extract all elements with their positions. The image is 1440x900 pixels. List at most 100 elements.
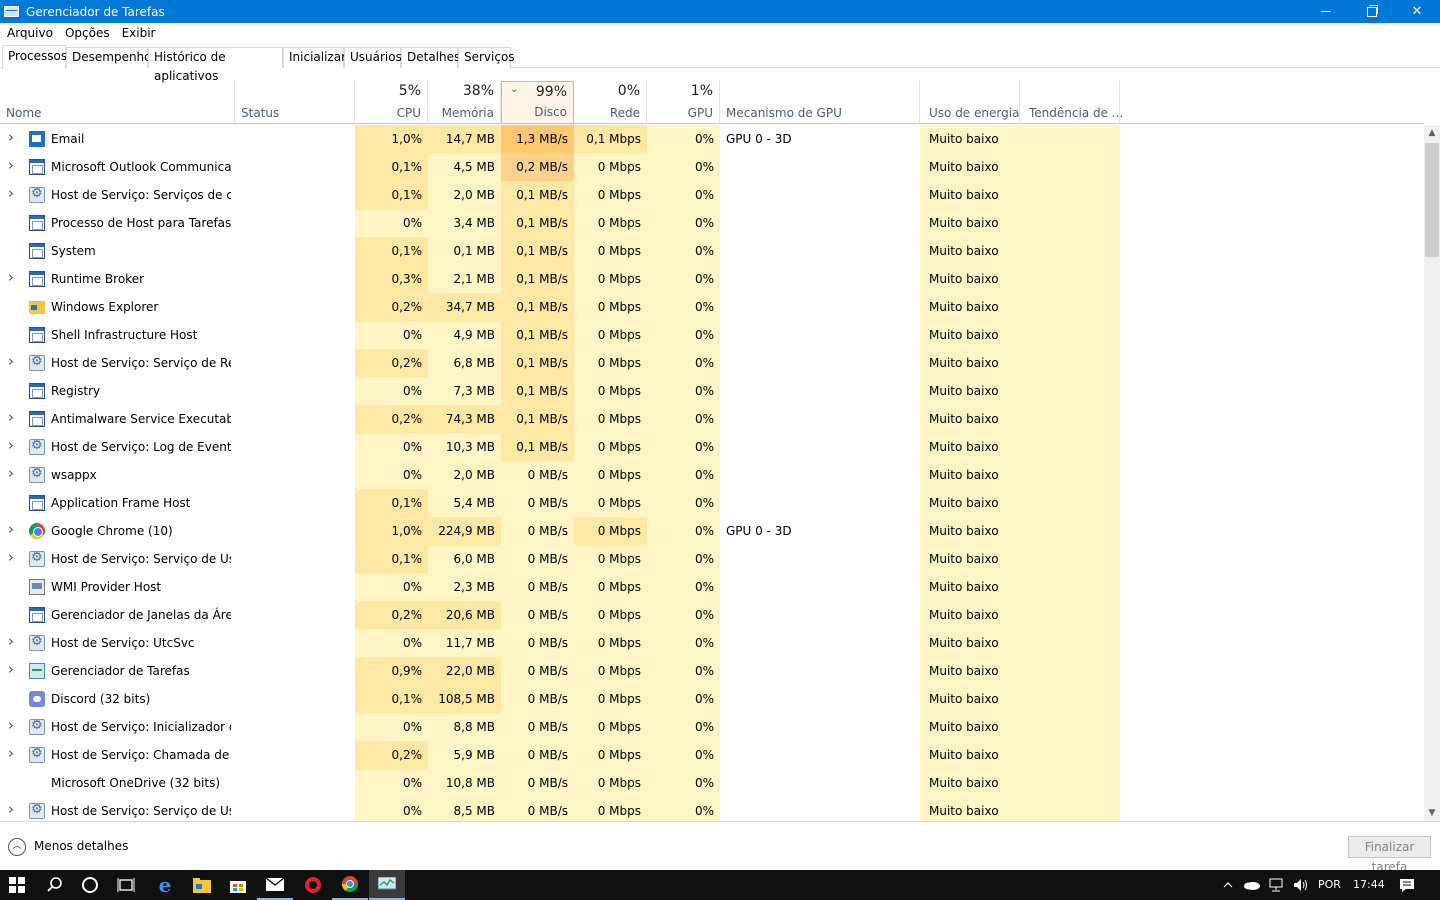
process-row[interactable]: › Host de Serviço: Chamada de Pr... 0,2%5,… [0,741,1424,769]
process-row[interactable]: Microsoft OneDrive (32 bits) 0% 10,8 MB 0 M… [0,769,1424,797]
process-row[interactable]: › Microsoft Outlook Communica... 0,1% 4,5 M… [0,153,1424,181]
close-button[interactable]: ✕ [1394,0,1440,23]
taskbar-edge[interactable]: e [147,870,183,900]
volume-icon[interactable] [1290,870,1312,900]
taskbar-chrome[interactable] [332,870,368,900]
expand-chevron-icon[interactable]: › [8,130,15,145]
search-button[interactable] [38,870,72,900]
scroll-down-icon[interactable]: ▼ [1424,805,1440,821]
col-status[interactable]: Status [235,81,355,124]
cortana-button[interactable] [73,870,107,900]
expand-chevron-icon[interactable]: › [8,270,15,285]
onedrive-cloud-icon[interactable] [1240,870,1264,900]
tab-usuarios[interactable]: Usuários [344,47,402,68]
taskbar-store[interactable] [220,870,256,900]
process-row[interactable]: ›Host de Serviço: Inicializador de...0%8… [0,713,1424,741]
process-row[interactable]: Gerenciador de Janelas da Área ... 0,2%20… [0,601,1424,629]
action-center-button[interactable] [1393,870,1421,900]
tab-desempenho[interactable]: Desempenho [66,47,152,68]
expand-chevron-icon[interactable]: › [8,354,15,369]
col-memory[interactable]: 38% Memória [428,81,501,124]
close-icon: ✕ [1411,4,1423,19]
expand-chevron-icon[interactable]: › [8,718,15,733]
taskbar-explorer[interactable] [184,870,220,900]
start-button[interactable] [0,870,34,900]
expand-chevron-icon[interactable]: › [8,802,15,817]
col-gpu-engine-label: Mecanismo de GPU [726,106,842,120]
menu-exibir[interactable]: Exibir [115,26,161,40]
network-value: 0 Mbps [574,321,647,349]
minimize-button[interactable] [1303,0,1349,23]
process-row[interactable]: ›Host de Serviço: UtcSvc0%11,7 MB0 MB/s0… [0,629,1424,657]
process-row[interactable]: Shell Infrastructure Host 0% 4,9 MB 0,1 MB/… [0,321,1424,349]
disk-value: 0,1 MB/s [501,433,574,461]
restore-button[interactable] [1349,0,1395,23]
menu-opcoes[interactable]: Opções [58,26,115,40]
process-row[interactable]: Windows Explorer 0,2% 34,7 MB 0,1 MB/s 0 Mbp… [0,293,1424,321]
network-value: 0 Mbps [574,769,647,797]
tab-servicos[interactable]: Serviços [458,47,515,68]
process-name: Host de Serviço: Serviço de Rep... [51,356,231,370]
expand-chevron-icon[interactable]: › [8,410,15,425]
process-row[interactable]: ›Host de Serviço: Log de Eventos...0%10,… [0,433,1424,461]
gpu-value: 0% [647,573,720,601]
tab-inicializar[interactable]: Inicializar [283,47,346,68]
input-language[interactable]: POR [1318,870,1341,900]
process-row[interactable]: › Host de Serviço: Serviço de Usu... 0,1%6… [0,545,1424,573]
process-row[interactable]: Registry 0% 7,3 MB 0,1 MB/s 0 Mbps 0% Muito ba… [0,377,1424,405]
process-row[interactable]: › Email 1,0% 14,7 MB 1,3 MB/s 0,1 Mbps 0% GPU 0… [0,125,1424,153]
col-name[interactable]: Nome [0,81,235,124]
power-trend-value [1020,517,1120,545]
process-row[interactable]: Application Frame Host 0,1% 5,4 MB 0 MB/s 0 … [0,489,1424,517]
tab-detalhes[interactable]: Detalhes [401,47,460,68]
expand-chevron-icon[interactable]: › [8,662,15,677]
tab-historico[interactable]: Histórico de aplicativos [148,47,283,83]
process-row[interactable]: Discord (32 bits) 0,1% 108,5 MB 0 MB/s 0 Mbp… [0,685,1424,713]
power-trend-value [1020,293,1120,321]
col-network[interactable]: 0% Rede [574,81,647,124]
task-view-button[interactable] [109,870,143,900]
process-row[interactable]: › Host de Serviço: Serviços de cri... 0,1%… [0,181,1424,209]
scrollbar-thumb[interactable] [1425,143,1439,257]
memory-value: 5,4 MB [428,489,501,517]
end-task-button[interactable]: Finalizar tarefa [1348,836,1431,874]
process-row[interactable]: System 0,1% 0,1 MB 0,1 MB/s 0 Mbps 0% Muito ba… [0,237,1424,265]
tray-chevron-up-icon[interactable] [1218,870,1238,900]
col-gpu[interactable]: 1% GPU [647,81,720,124]
tab-processos[interactable]: Processos [2,45,67,69]
taskbar-mail[interactable] [257,870,293,900]
process-row[interactable]: › Runtime Broker 0,3% 2,1 MB 0,1 MB/s 0 Mbps 0… [0,265,1424,293]
col-disk[interactable]: ⌄ 99% Disco [501,81,574,124]
process-row[interactable]: ›Host de Serviço: Serviço de Usu...0%8,5… [0,797,1424,821]
col-power[interactable]: Uso de energia [920,81,1020,124]
process-row[interactable]: Processo de Host para Tarefas d...0%3,4 … [0,209,1424,237]
scroll-up-icon[interactable]: ▲ [1424,125,1440,141]
col-gpu-engine[interactable]: Mecanismo de GPU [720,81,920,124]
menu-arquivo[interactable]: Arquivo [0,26,58,40]
expand-chevron-icon[interactable]: › [8,186,15,201]
expand-chevron-icon[interactable]: › [8,746,15,761]
col-cpu[interactable]: 5% CPU [355,81,428,124]
chevron-up-circle-icon[interactable]: ︿ [8,838,26,856]
process-row[interactable]: › Antimalware Service Executable 0,2% 74,3 … [0,405,1424,433]
clock[interactable]: 17:44 [1353,870,1385,900]
expand-chevron-icon[interactable]: › [8,158,15,173]
process-row[interactable]: WMI Provider Host 0% 2,3 MB 0 MB/s 0 Mbps 0% M… [0,573,1424,601]
process-row[interactable]: › Gerenciador de Tarefas 0,9% 22,0 MB 0 MB/s… [0,657,1424,685]
expand-chevron-icon[interactable]: › [8,438,15,453]
fewer-details-link[interactable]: Menos detalhes [34,839,128,853]
process-status [235,489,355,517]
taskbar-app-red[interactable] [295,870,331,900]
network-icon[interactable] [1265,870,1287,900]
col-power-trend[interactable]: Tendência de ... [1020,81,1123,124]
taskbar-task-manager[interactable] [369,870,405,900]
process-row[interactable]: ›wsappx0%2,0 MB0 MB/s0 Mbps0%Muito baixo [0,461,1424,489]
vertical-scrollbar[interactable]: ▲ ▼ [1424,125,1440,821]
expand-chevron-icon[interactable]: › [8,466,15,481]
expand-chevron-icon[interactable]: › [8,634,15,649]
process-row[interactable]: › Host de Serviço: Serviço de Rep... 0,2%6… [0,349,1424,377]
gpu-engine-value [720,405,920,433]
expand-chevron-icon[interactable]: › [8,550,15,565]
process-row[interactable]: › Google Chrome (10) 1,0% 224,9 MB 0 MB/s 0 M… [0,517,1424,545]
expand-chevron-icon[interactable]: › [8,522,15,537]
